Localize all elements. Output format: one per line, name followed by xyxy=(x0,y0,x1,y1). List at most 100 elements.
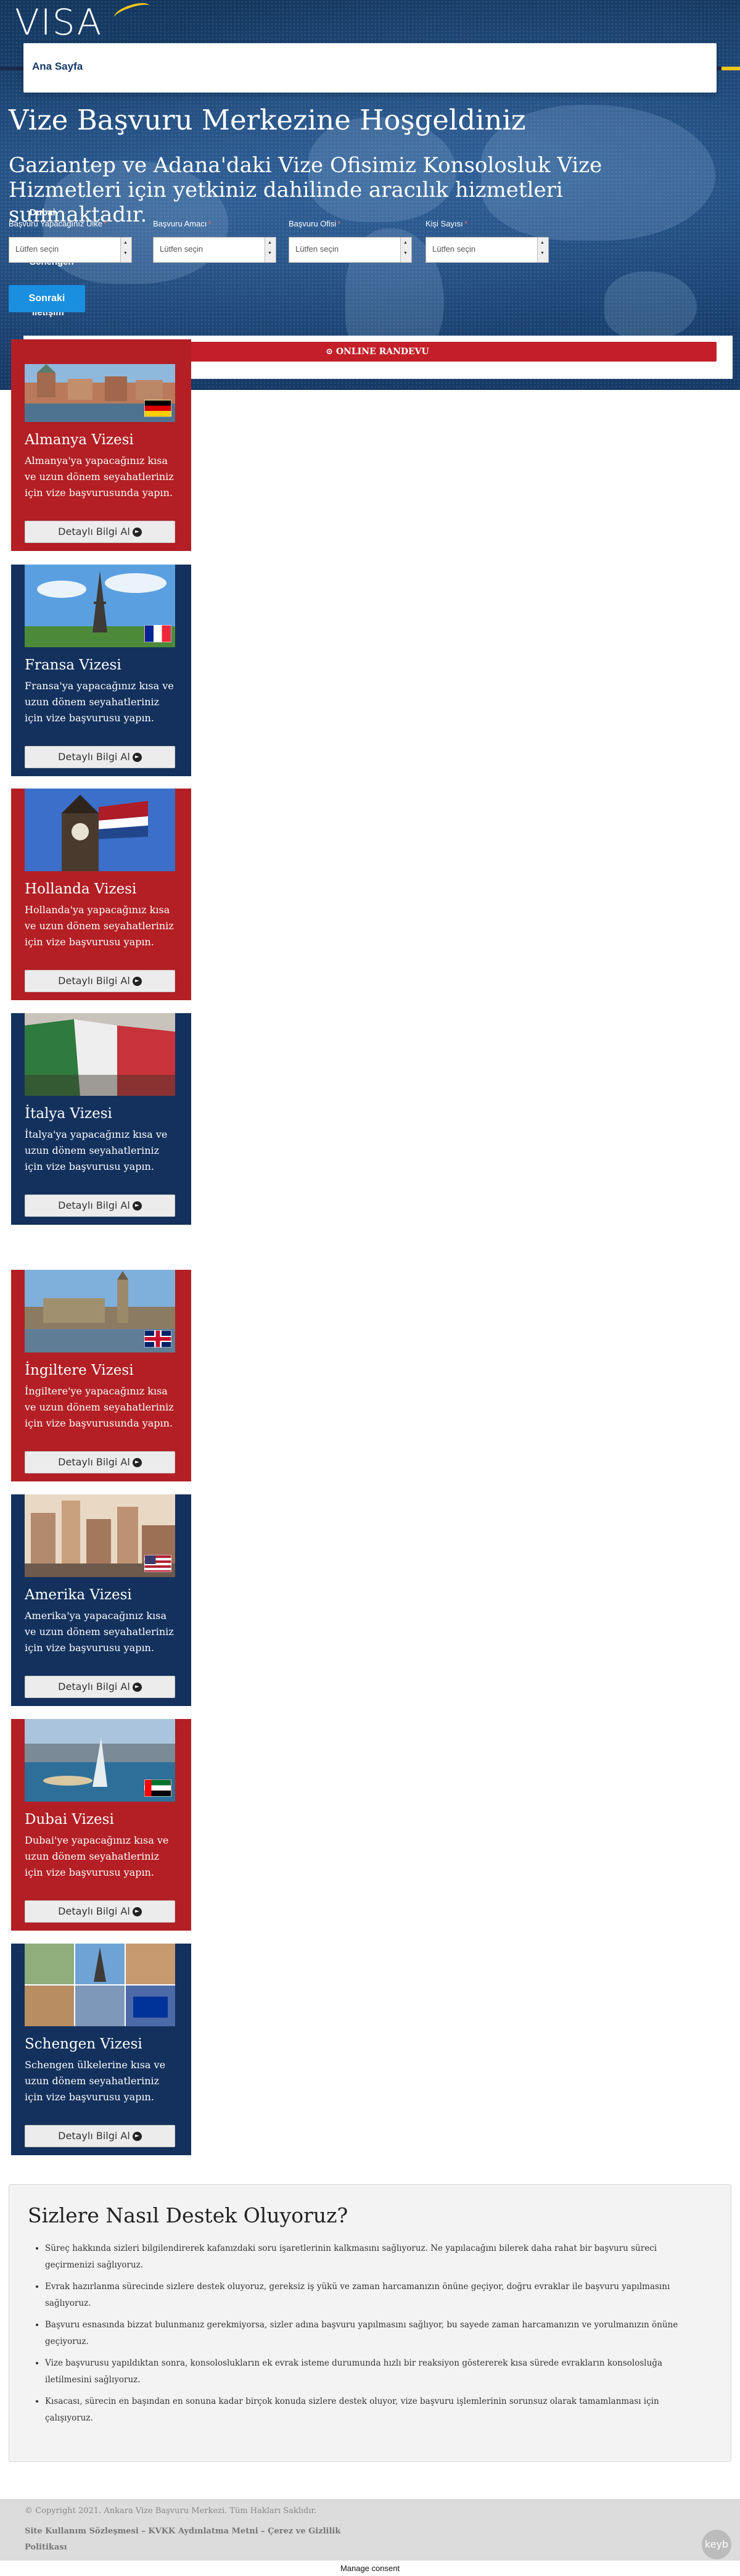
office-label-text: Başvuru Ofisi xyxy=(289,219,337,228)
required-mark: * xyxy=(208,219,212,228)
purpose-select[interactable]: Lütfen seçin xyxy=(153,237,276,263)
support-item: Kısacası, sürecin en başından en sonuna … xyxy=(45,2393,699,2427)
card-description: Fransa'ya yapacağınız kısa ve uzun dönem… xyxy=(25,680,174,724)
france-photo xyxy=(25,565,175,647)
arrow-circle-right-icon: ► xyxy=(132,1907,142,1916)
select-arrow-icon[interactable] xyxy=(537,238,548,262)
germany-photo xyxy=(25,364,175,422)
card-details-button[interactable]: Detaylı Bilgi Al ► xyxy=(25,746,175,768)
support-item: Başvuru esnasında bizzat bulunmanız gere… xyxy=(45,2317,699,2350)
people-label: Kişi Sayısı * xyxy=(426,219,467,228)
card-description: Almanya'ya yapacağınız kısa ve uzun döne… xyxy=(25,455,174,499)
cookie-gear-icon[interactable]: keyb xyxy=(702,2530,731,2559)
support-list: Süreç hakkında sizleri bilgilendirerek k… xyxy=(45,2240,699,2432)
germany-flag-icon xyxy=(144,400,171,417)
usa-photo xyxy=(25,1494,175,1577)
nav-home-link[interactable]: Ana Sayfa xyxy=(32,60,83,73)
card-button-label: Detaylı Bilgi Al xyxy=(58,975,130,987)
card-details-button[interactable]: Detaylı Bilgi Al ► xyxy=(25,1676,175,1698)
card-description: Schengen ülkelerine kısa ve uzun dönem s… xyxy=(25,2059,166,2103)
support-item: Vize başvurusu yapıldıktan sonra, konsol… xyxy=(45,2355,699,2388)
required-mark: * xyxy=(337,219,341,228)
country-label: Başvuru Yapacağınız Ülke * xyxy=(9,219,107,228)
card-description: Hollanda'ya yapacağınız kısa ve uzun dön… xyxy=(25,904,174,948)
copyright-text: © Copyright 2021. Ankara Vize Başvuru Me… xyxy=(25,2506,317,2516)
hero-subtitle: Gaziantep ve Adana'daki Vize Ofisimiz Ko… xyxy=(9,153,602,227)
card-button-label: Detaylı Bilgi Al xyxy=(58,526,130,537)
office-label: Başvuru Ofisi * xyxy=(289,219,340,228)
arrow-circle-right-icon: ► xyxy=(132,977,142,986)
select-arrow-icon[interactable] xyxy=(400,238,411,262)
arrow-circle-right-icon: ► xyxy=(132,2132,142,2141)
required-mark: * xyxy=(104,219,107,228)
card-title: Fransa Vizesi xyxy=(25,657,121,673)
footer-legal-links[interactable]: Site Kullanım Sözleşmesi – KVKK Aydınlat… xyxy=(25,2524,345,2556)
support-item: Süreç hakkında sizleri bilgilendirerek k… xyxy=(45,2240,699,2274)
card-details-button[interactable]: Detaylı Bilgi Al ► xyxy=(25,521,175,543)
country-select-value: Lütfen seçin xyxy=(15,244,59,254)
card-netherlands: Hollanda Vizesi Hollanda'ya yapacağınız … xyxy=(11,789,191,1000)
site-footer: © Copyright 2021. Ankara Vize Başvuru Me… xyxy=(0,2499,740,2561)
schengen-photo xyxy=(25,1944,175,2026)
card-button-label: Detaylı Bilgi Al xyxy=(58,2130,130,2142)
nav-dubai-link[interactable]: Dubai xyxy=(30,207,56,218)
card-button-label: Detaylı Bilgi Al xyxy=(58,1456,130,1468)
country-label-text: Başvuru Yapacağınız Ülke xyxy=(9,219,102,228)
italy-photo xyxy=(25,1013,175,1096)
uk-photo xyxy=(25,1270,175,1352)
hero-banner: VISA Ana Sayfa Vize Başvuru Merkezine Ho… xyxy=(0,0,740,390)
people-label-text: Kişi Sayısı xyxy=(426,219,463,228)
select-arrow-icon[interactable] xyxy=(120,238,131,262)
card-description: Amerika'ya yapacağınız kısa ve uzun döne… xyxy=(25,1610,174,1654)
purpose-label-text: Başvuru Amacı xyxy=(153,219,207,228)
card-details-button[interactable]: Detaylı Bilgi Al ► xyxy=(25,2125,175,2147)
country-select[interactable]: Lütfen seçin xyxy=(9,237,132,263)
card-description: İngiltere'ye yapacağınız kısa ve uzun dö… xyxy=(25,1385,174,1429)
support-item: Evrak hazırlanma sürecinde sizlere deste… xyxy=(45,2279,699,2312)
card-details-button[interactable]: Detaylı Bilgi Al ► xyxy=(25,970,175,992)
people-select[interactable]: Lütfen seçin xyxy=(426,237,549,263)
card-france: Fransa Vizesi Fransa'ya yapacağınız kısa… xyxy=(11,565,191,776)
card-title: Almanya Vizesi xyxy=(25,432,134,448)
office-select-value: Lütfen seçin xyxy=(295,244,339,254)
card-details-button[interactable]: Detaylı Bilgi Al ► xyxy=(25,1195,175,1217)
netherlands-tower-image xyxy=(25,789,175,871)
uae-flag-icon xyxy=(144,1779,171,1797)
purpose-select-value: Lütfen seçin xyxy=(160,244,204,254)
card-schengen: Schengen Vizesi Schengen ülkelerine kısa… xyxy=(11,1944,191,2155)
card-description: Dubai'ye yapacağınız kısa ve uzun dönem … xyxy=(25,1834,169,1878)
next-button[interactable]: Sonraki xyxy=(9,285,85,312)
schengen-collage-image xyxy=(25,1944,175,2026)
card-description: İtalya'ya yapacağınız kısa ve uzun dönem… xyxy=(25,1129,168,1172)
card-button-label: Detaylı Bilgi Al xyxy=(58,1905,130,1917)
card-title: İngiltere Vizesi xyxy=(25,1362,134,1378)
italy-flag-image xyxy=(25,1013,175,1096)
card-title: İtalya Vizesi xyxy=(25,1106,112,1122)
card-dubai: Dubai Vizesi Dubai'ye yapacağınız kısa v… xyxy=(11,1719,191,1931)
arrow-circle-right-icon: ► xyxy=(132,528,142,537)
support-title: Sizlere Nasıl Destek Oluyoruz? xyxy=(28,2203,348,2227)
online-appointment-label: ONLINE RANDEVU xyxy=(335,347,429,357)
hero-title: Vize Başvuru Merkezine Hoşgeldiniz xyxy=(9,104,526,136)
manage-consent-button[interactable]: Manage consent xyxy=(0,2561,740,2576)
card-title: Schengen Vizesi xyxy=(25,2036,142,2052)
people-select-value: Lütfen seçin xyxy=(432,244,476,254)
required-mark: * xyxy=(464,219,467,228)
arrow-circle-right-icon: ► xyxy=(132,1201,142,1211)
card-details-button[interactable]: Detaylı Bilgi Al ► xyxy=(25,1451,175,1473)
uk-flag-icon xyxy=(144,1330,171,1348)
card-details-button[interactable]: Detaylı Bilgi Al ► xyxy=(25,1900,175,1923)
select-arrow-icon[interactable] xyxy=(265,238,276,262)
arrow-circle-right-icon: ► xyxy=(132,753,142,762)
card-uk: İngiltere Vizesi İngiltere'ye yapacağını… xyxy=(11,1270,191,1481)
site-logo[interactable]: VISA xyxy=(15,0,152,43)
dubai-photo xyxy=(25,1719,175,1802)
office-select[interactable]: Lütfen seçin xyxy=(289,237,412,263)
card-button-label: Detaylı Bilgi Al xyxy=(58,751,130,763)
main-navbar: Ana Sayfa xyxy=(23,43,717,93)
usa-flag-icon xyxy=(144,1555,171,1572)
card-title: Hollanda Vizesi xyxy=(25,881,137,897)
netherlands-photo xyxy=(25,789,175,871)
logo-text: VISA xyxy=(15,1,103,43)
card-title: Amerika Vizesi xyxy=(25,1587,132,1603)
